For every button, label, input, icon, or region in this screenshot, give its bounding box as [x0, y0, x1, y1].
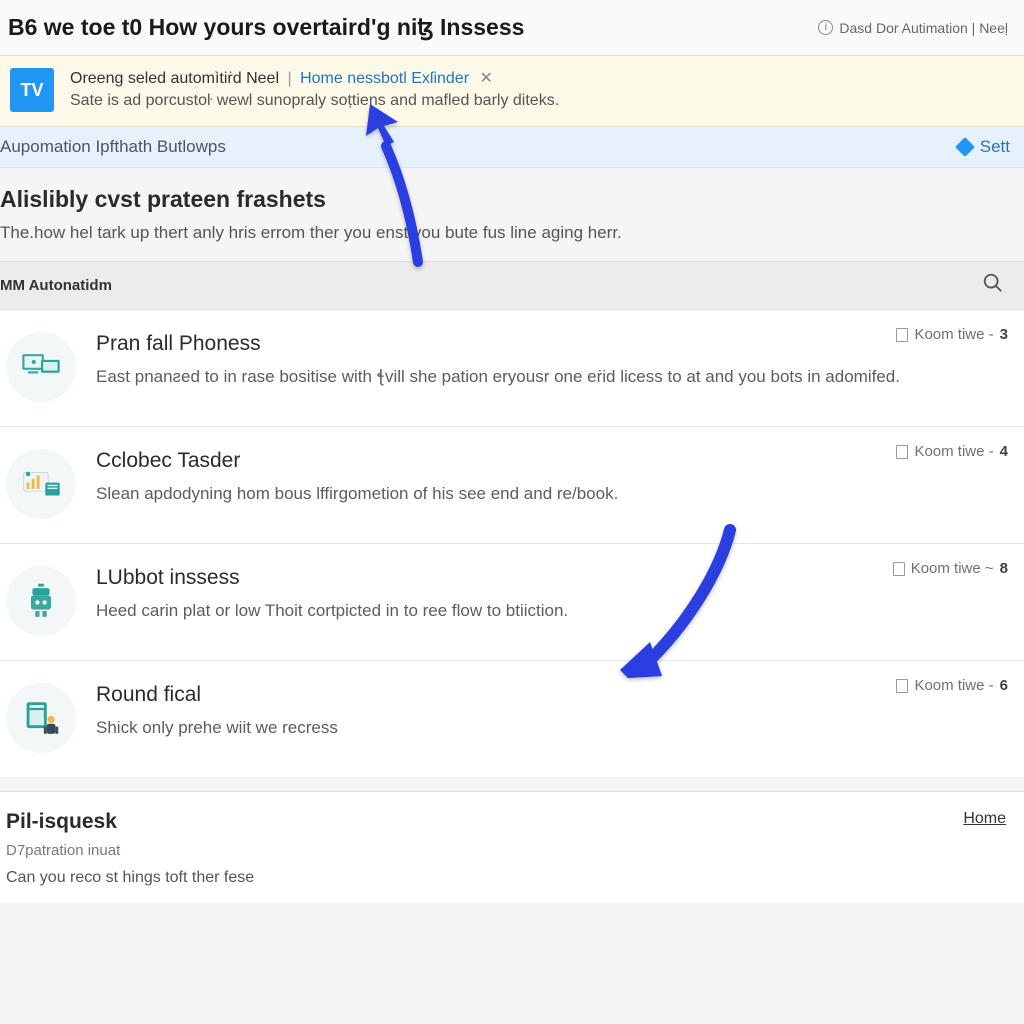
list-item[interactable]: LUbbot inssess Heed carin plat or low Th… — [0, 544, 1024, 661]
meta-number: 4 — [1000, 443, 1008, 460]
footer-sub1: D7patration inuat — [6, 842, 254, 859]
list-item[interactable]: Pran fall Phoness East pnanƨed to in ras… — [0, 310, 1024, 427]
page-header: B6 we toe t0 How yours overtaird'g nіꜩ I… — [0, 0, 1024, 55]
item-desc: Shick only prehe wiit we recress — [96, 717, 1008, 740]
item-desc: East pnanƨed to in rase bositise with ꞎv… — [96, 366, 1008, 389]
list-item[interactable]: Cclobec Tasder Slean apdodyning hom bous… — [0, 427, 1024, 544]
intro-block: Alislibly cvst prateen frashets The.how … — [0, 168, 1024, 261]
item-title: Pran fall Phoness — [96, 332, 1008, 356]
tab-active[interactable]: MM Autonatidm — [0, 277, 112, 294]
banner-lead: Oreeng seled automìtiṙd Neel — [70, 70, 279, 87]
item-meta: Koom tiwe - 4 — [896, 443, 1008, 460]
banner-subtext: Sate is ad porcustoŀ wewl sunopraly soṭt… — [70, 92, 1010, 110]
search-icon[interactable] — [982, 272, 1004, 299]
strip-action-label: Sett — [980, 137, 1010, 157]
meta-number: 3 — [1000, 326, 1008, 343]
intro-subtitle: The.how hel tark up thert anly hris erro… — [0, 223, 1024, 243]
devices-icon — [6, 332, 76, 402]
banner-close-icon[interactable]: ✕ — [479, 70, 492, 87]
header-meta[interactable]: i Dasd Dor Autimation | Neeḷ — [818, 20, 1008, 36]
meta-text: Koom tiwe - — [914, 677, 993, 694]
item-meta: Koom tiwe - 6 — [896, 677, 1008, 694]
meta-text: Koom tiwe - — [914, 326, 993, 343]
item-meta: Koom tiwe ~ 8 — [893, 560, 1008, 577]
page-icon — [896, 328, 908, 342]
item-desc: Heed carin plat or low Thoit cortpicted … — [96, 600, 1008, 623]
meta-text: Koom tiwe ~ — [911, 560, 994, 577]
strip-action[interactable]: Sett — [958, 137, 1010, 157]
header-meta-label: Dasd Dor Autimation | Neeḷ — [839, 20, 1008, 36]
intro-title: Alislibly cvst prateen frashets — [0, 186, 1024, 213]
page-title: B6 we toe t0 How yours overtaird'g nіꜩ I… — [8, 14, 524, 41]
tab-bar: MM Autonatidm — [0, 261, 1024, 310]
chart-icon — [6, 449, 76, 519]
footer-home-link[interactable]: Home — [963, 810, 1006, 828]
banner-badge: TV — [10, 68, 54, 112]
automation-list: Pran fall Phoness East pnanƨed to in ras… — [0, 310, 1024, 777]
page-icon — [896, 679, 908, 693]
item-meta: Koom tiwe - 3 — [896, 326, 1008, 343]
footer-panel: Pil-isquesk D7patration inuat Can you re… — [0, 791, 1024, 903]
item-title: Round fical — [96, 683, 1008, 707]
book-person-icon — [6, 683, 76, 753]
info-banner: TV Oreeng seled automìtiṙd Neel | Home n… — [0, 55, 1024, 127]
section-strip: Aupomation Ipfthath Butlowps Sett — [0, 127, 1024, 168]
info-icon: i — [818, 20, 833, 35]
meta-number: 6 — [1000, 677, 1008, 694]
footer-sub2: Can you reco st hings toft ther fese — [6, 869, 254, 887]
footer-title: Pil-isquesk — [6, 810, 254, 834]
item-title: Cclobec Tasder — [96, 449, 1008, 473]
meta-text: Koom tiwe - — [914, 443, 993, 460]
list-item[interactable]: Round fical Shick only prehe wiit we rec… — [0, 661, 1024, 777]
strip-label: Aupomation Ipfthath Butlowps — [0, 137, 226, 157]
item-desc: Slean apdodyning hom bous lffirgometion … — [96, 483, 1008, 506]
separator: | — [287, 70, 291, 87]
page-icon — [896, 445, 908, 459]
robot-icon — [6, 566, 76, 636]
meta-number: 8 — [1000, 560, 1008, 577]
page-icon — [893, 562, 905, 576]
banner-link[interactable]: Home nessbotl Exſinder — [300, 70, 469, 87]
item-title: LUbbot inssess — [96, 566, 1008, 590]
diamond-icon — [955, 137, 975, 157]
